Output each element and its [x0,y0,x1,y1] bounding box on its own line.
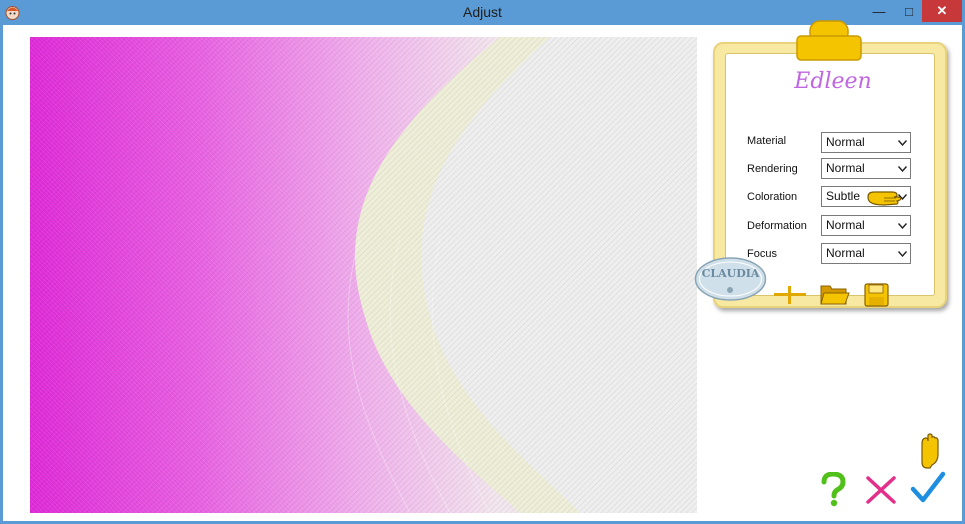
rendering-select[interactable]: Normal [821,158,911,179]
ok-check-icon[interactable] [910,471,946,505]
chevron-down-icon [894,133,910,152]
material-label: Material [747,135,787,147]
coloration-label: Coloration [747,191,798,203]
svg-text:CLAUDIA: CLAUDIA [702,267,760,280]
preview-canvas[interactable] [30,37,697,513]
maximize-button[interactable]: □ [896,0,922,22]
brand-logo: Edleen [794,69,872,94]
close-button[interactable]: ✕ [922,0,962,22]
preview-image [30,37,697,513]
minimize-button[interactable]: — [862,0,896,22]
deformation-label: Deformation [747,220,807,232]
crosshair-icon[interactable] [773,285,807,305]
pointing-hand-icon [867,191,902,206]
focus-select[interactable]: Normal [821,243,911,264]
chevron-down-icon [894,216,910,235]
rendering-label: Rendering [747,163,798,175]
folder-open-icon[interactable] [820,282,850,306]
save-icon[interactable] [864,283,889,307]
help-icon[interactable] [818,472,848,508]
pointing-hand-down-icon [921,433,939,469]
clipboard-clip-icon [796,20,862,61]
deformation-select[interactable]: Normal [821,215,911,236]
cancel-icon[interactable] [865,475,897,505]
chevron-down-icon [894,159,910,178]
material-select[interactable]: Normal [821,132,911,153]
window-title: Adjust [463,4,502,20]
chevron-down-icon [894,244,910,263]
watermark-logo: CLAUDIA [694,256,767,302]
